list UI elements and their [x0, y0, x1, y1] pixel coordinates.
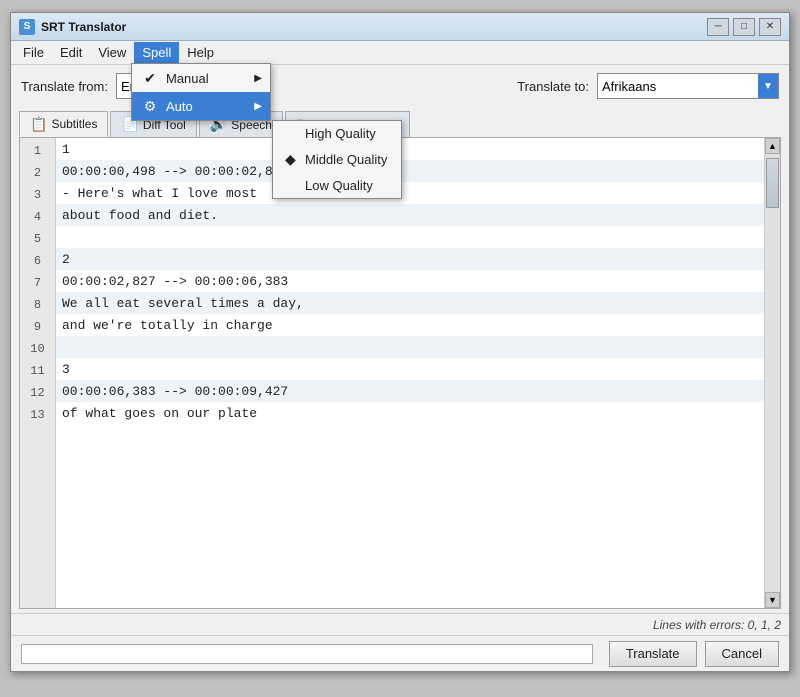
- auto-submenu: High Quality ◆ Middle Quality Low Qualit…: [272, 120, 402, 199]
- text-line-2: 00:00:00,498 --> 00:00:02,827: [56, 160, 764, 182]
- menubar: File Edit View Spell Help ✔ Manual ▶ ⚙ A…: [11, 41, 789, 65]
- line-number-11: 11: [20, 360, 55, 382]
- translate-to-label: Translate to:: [517, 79, 589, 94]
- text-line-9: and we're totally in charge: [56, 314, 764, 336]
- text-line-10: [56, 336, 764, 358]
- text-line-13: of what goes on our plate: [56, 402, 764, 424]
- text-line-8: We all eat several times a day,: [56, 292, 764, 314]
- spell-manual-item[interactable]: ✔ Manual ▶: [132, 64, 270, 92]
- text-line-3: - Here's what I love most: [56, 182, 764, 204]
- titlebar-buttons: ─ □ ✕: [707, 18, 781, 36]
- manual-icon: ✔: [140, 68, 160, 88]
- text-line-6: 2: [56, 248, 764, 270]
- main-window: S SRT Translator ─ □ ✕ File Edit View Sp…: [10, 12, 790, 672]
- spell-auto-item[interactable]: ⚙ Auto ▶ High Quality ◆ Middle Quality: [132, 92, 270, 120]
- auto-icon: ⚙: [140, 96, 160, 116]
- line-number-6: 6: [20, 250, 55, 272]
- middle-quality-item[interactable]: ◆ Middle Quality: [273, 146, 401, 173]
- translate-button[interactable]: Translate: [609, 641, 697, 667]
- translate-from-label: Translate from:: [21, 79, 108, 94]
- line-number-4: 4: [20, 206, 55, 228]
- text-line-1: 1: [56, 138, 764, 160]
- minimize-button[interactable]: ─: [707, 18, 729, 36]
- target-lang-arrow[interactable]: ▼: [758, 74, 778, 98]
- titlebar: S SRT Translator ─ □ ✕: [11, 13, 789, 41]
- text-line-12: 00:00:06,383 --> 00:00:09,427: [56, 380, 764, 402]
- menu-spell[interactable]: Spell: [134, 42, 179, 64]
- text-content[interactable]: 100:00:00,498 --> 00:00:02,827- Here's w…: [56, 138, 764, 608]
- status-text: Lines with errors: 0, 1, 2: [653, 618, 781, 632]
- low-quality-item[interactable]: Low Quality: [273, 173, 401, 198]
- translate-to-section: Translate to: Afrikaans ▼: [517, 73, 779, 99]
- subtitles-tab-icon: 📋: [30, 116, 47, 133]
- menu-help[interactable]: Help: [179, 42, 222, 64]
- spell-dropdown: ✔ Manual ▶ ⚙ Auto ▶ High Quality ◆ Middl…: [131, 63, 271, 121]
- text-line-4: about food and diet.: [56, 204, 764, 226]
- text-line-11: 3: [56, 358, 764, 380]
- cancel-button[interactable]: Cancel: [705, 641, 779, 667]
- statusbar: Lines with errors: 0, 1, 2: [11, 613, 789, 635]
- scroll-thumb[interactable]: [766, 158, 779, 208]
- tab-subtitles[interactable]: 📋 Subtitles: [19, 111, 108, 137]
- line-number-1: 1: [20, 140, 55, 162]
- progress-bar-container: [21, 644, 593, 664]
- content-area: 12345678910111213 100:00:00,498 --> 00:0…: [19, 137, 781, 609]
- line-number-12: 12: [20, 382, 55, 404]
- scrollbar[interactable]: ▲ ▼: [764, 138, 780, 608]
- line-number-7: 7: [20, 272, 55, 294]
- bottombar: Translate Cancel: [11, 635, 789, 671]
- menu-edit[interactable]: Edit: [52, 42, 90, 64]
- line-number-3: 3: [20, 184, 55, 206]
- line-number-8: 8: [20, 294, 55, 316]
- line-number-5: 5: [20, 228, 55, 250]
- line-number-9: 9: [20, 316, 55, 338]
- target-language-dropdown[interactable]: Afrikaans ▼: [597, 73, 779, 99]
- text-line-7: 00:00:02,827 --> 00:00:06,383: [56, 270, 764, 292]
- bullet-middle: ◆: [285, 151, 301, 168]
- scroll-down-btn[interactable]: ▼: [765, 592, 780, 608]
- close-button[interactable]: ✕: [759, 18, 781, 36]
- line-numbers: 12345678910111213: [20, 138, 56, 608]
- maximize-button[interactable]: □: [733, 18, 755, 36]
- scroll-up-btn[interactable]: ▲: [765, 138, 780, 154]
- window-title: SRT Translator: [41, 20, 707, 34]
- toolbar: Translate from: English Translate to: Af…: [11, 65, 789, 107]
- text-line-5: [56, 226, 764, 248]
- menu-view[interactable]: View: [90, 42, 134, 64]
- scroll-track: [765, 154, 780, 592]
- app-icon: S: [19, 19, 35, 35]
- line-number-13: 13: [20, 404, 55, 426]
- target-lang-display: Afrikaans: [598, 74, 758, 98]
- menu-file[interactable]: File: [15, 42, 52, 64]
- line-number-10: 10: [20, 338, 55, 360]
- line-number-2: 2: [20, 162, 55, 184]
- high-quality-item[interactable]: High Quality: [273, 121, 401, 146]
